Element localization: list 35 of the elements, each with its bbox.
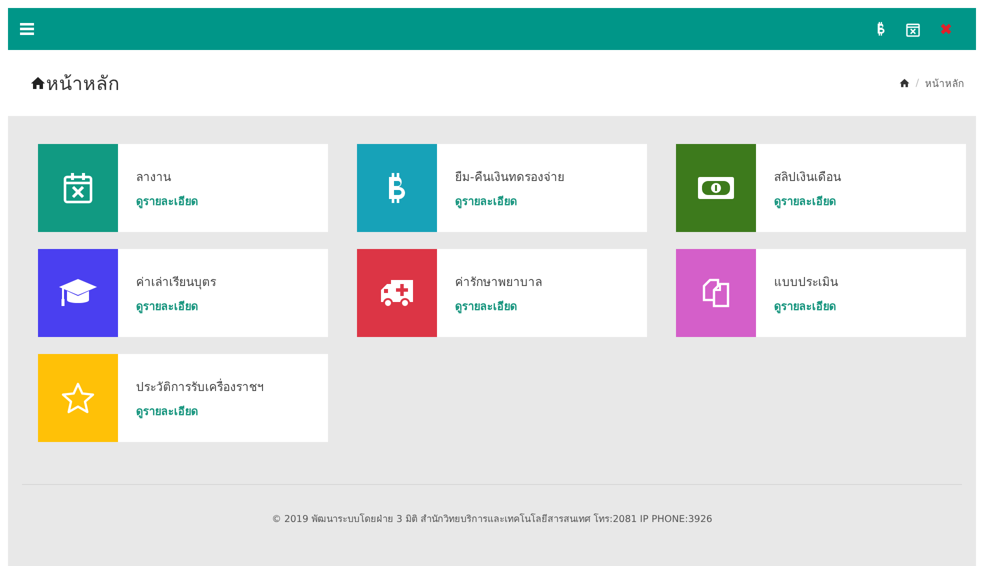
menu-card[interactable]: ยืม-คืนเงินทดรองจ่าย ดูรายละเอียด	[357, 144, 647, 232]
card-title: ประวัติการรับเครื่องราชฯ	[136, 378, 264, 396]
menu-card[interactable]: ค่าเล่าเรียนบุตร ดูรายละเอียด	[38, 249, 328, 337]
menu-card[interactable]: สลิปเงินเดือน ดูรายละเอียด	[676, 144, 966, 232]
page-title: หน้าหลัก	[46, 72, 120, 97]
details-link[interactable]: ดูรายละเอียด	[136, 192, 198, 210]
menu-card[interactable]: ค่ารักษาพยาบาล ดูรายละเอียด	[357, 249, 647, 337]
card-title: สลิปเงินเดือน	[774, 168, 841, 186]
star-icon	[61, 382, 95, 414]
details-link[interactable]: ดูรายละเอียด	[774, 296, 838, 314]
card-title: แบบประเมิน	[774, 274, 838, 290]
bitcoin-icon	[386, 171, 408, 205]
details-link[interactable]: ดูรายละเอียด	[774, 192, 841, 210]
menu-card[interactable]: ประวัติการรับเครื่องราชฯ ดูรายละเอียด	[38, 354, 328, 442]
card-title: ค่ารักษาพยาบาล	[455, 274, 542, 290]
card-title: ค่าเล่าเรียนบุตร	[136, 274, 216, 290]
details-link[interactable]: ดูรายละเอียด	[136, 296, 216, 314]
copy-icon	[701, 277, 731, 309]
details-link[interactable]: ดูรายละเอียด	[455, 192, 564, 210]
menu-card[interactable]: ลางาน ดูรายละเอียด	[38, 144, 328, 232]
home-icon[interactable]	[898, 78, 910, 88]
footer-text: © 2019 พัฒนาระบบโดยฝ่าย 3 มิติ สำนักวิทยบริการและเทคโนโลยีสารสนเทศ โทร:2081 IP PHONE:3926	[272, 514, 712, 525]
card-title: ลางาน	[136, 168, 172, 186]
details-link[interactable]: ดูรายละเอียด	[455, 296, 542, 314]
menu-card[interactable]: แบบประเมิน ดูรายละเอียด	[676, 249, 966, 337]
breadcrumb-item: หน้าหลัก	[925, 78, 964, 90]
card-title: ยืม-คืนเงินทดรองจ่าย	[455, 168, 564, 186]
banknote-icon	[697, 176, 735, 200]
graduation-cap-icon	[58, 277, 98, 309]
ambulance-icon	[379, 278, 415, 308]
calendar-icon	[63, 172, 93, 204]
details-link[interactable]: ดูรายละเอียด	[136, 402, 264, 420]
breadcrumb-separator: /	[916, 78, 919, 88]
menu-icon[interactable]	[20, 23, 34, 35]
home-icon	[30, 76, 46, 90]
